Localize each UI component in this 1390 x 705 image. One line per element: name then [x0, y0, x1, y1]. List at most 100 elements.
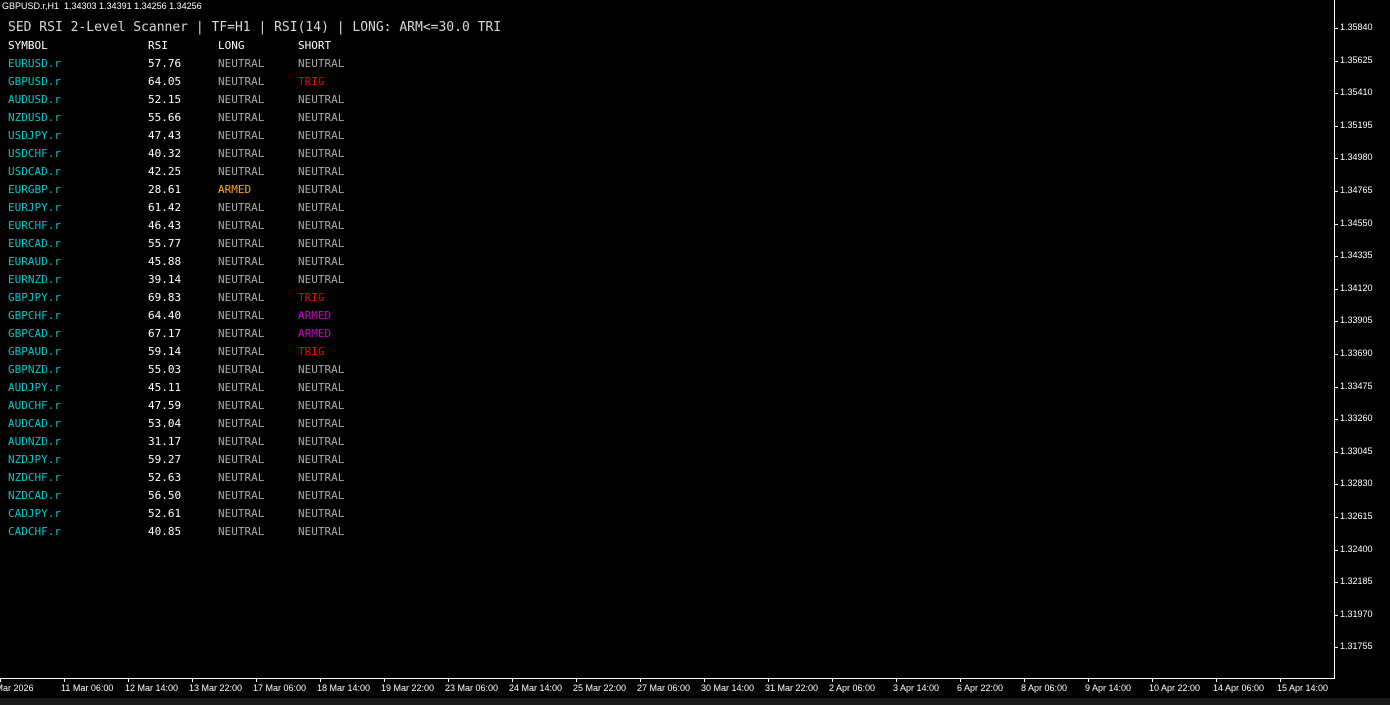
long-status-cell: NEUTRAL: [218, 507, 265, 520]
time-label: 3 Apr 14:00: [893, 683, 940, 693]
time-label: 10 Mar 2026: [0, 683, 34, 693]
price-tick: [1334, 386, 1338, 388]
time-tick: [1280, 678, 1281, 682]
time-tick: [896, 678, 897, 682]
price-tick: [1334, 256, 1338, 258]
rsi-cell: 52.63: [148, 471, 182, 484]
time-tick: [448, 678, 449, 682]
short-status-cell: NEUTRAL: [298, 507, 345, 520]
time-label: 9 Apr 14:00: [1085, 683, 1132, 693]
symbol-cell: USDJPY.r: [8, 129, 61, 142]
rsi-cell: 53.04: [148, 417, 182, 430]
time-label: 13 Mar 22:00: [189, 683, 243, 693]
price-tick: [1334, 451, 1338, 453]
long-status-cell: NEUTRAL: [218, 471, 265, 484]
long-status-cell: NEUTRAL: [218, 147, 265, 160]
price-label: 1.31755: [1340, 641, 1373, 652]
long-status-cell: NEUTRAL: [218, 363, 265, 376]
rsi-cell: 39.14: [148, 273, 182, 286]
chart-info-label: GBPUSD.r,H1 1.34303 1.34391 1.34256 1.34…: [2, 1, 202, 11]
rsi-cell: 57.76: [148, 57, 182, 70]
long-status-cell: NEUTRAL: [218, 525, 265, 538]
symbol-cell: USDCHF.r: [8, 147, 61, 160]
window-bottom-strip: [0, 698, 1390, 705]
price-tick: [1334, 158, 1338, 160]
time-tick: [512, 678, 513, 682]
symbol-cell: NZDJPY.r: [8, 453, 61, 466]
header-symbol: SYMBOL: [8, 39, 48, 52]
short-status-cell: NEUTRAL: [298, 129, 345, 142]
long-status-cell: NEUTRAL: [218, 381, 265, 394]
symbol-cell: GBPUSD.r: [8, 75, 61, 88]
time-axis[interactable]: [0, 678, 1335, 679]
symbol-cell: GBPCHF.r: [8, 309, 61, 322]
symbol-cell: EURCHF.r: [8, 219, 61, 232]
short-status-cell: NEUTRAL: [298, 417, 345, 430]
long-status-cell: NEUTRAL: [218, 93, 265, 106]
rsi-cell: 45.88: [148, 255, 182, 268]
price-label: 1.34765: [1340, 185, 1373, 195]
price-tick: [1334, 288, 1338, 290]
rsi-cell: 67.17: [148, 327, 182, 340]
short-status-cell: NEUTRAL: [298, 57, 345, 70]
time-tick: [640, 678, 641, 682]
short-status-cell: NEUTRAL: [298, 399, 345, 412]
symbol-cell: EURNZD.r: [8, 273, 61, 286]
long-status-cell: NEUTRAL: [218, 273, 265, 286]
short-status-cell: NEUTRAL: [298, 381, 345, 394]
price-label: 1.32185: [1340, 576, 1373, 587]
time-tick: [0, 678, 1, 682]
price-label: 1.31970: [1340, 608, 1373, 619]
time-label: 24 Mar 14:00: [509, 683, 563, 693]
time-label: 27 Mar 06:00: [637, 683, 691, 693]
price-tick: [1334, 60, 1338, 62]
time-tick: [192, 678, 193, 682]
header-long: LONG: [218, 39, 245, 52]
price-tick: [1334, 582, 1338, 584]
scanner-title: SED RSI 2-Level Scanner | TF=H1 | RSI(14…: [8, 20, 502, 35]
chart-window[interactable]: GBPUSD.r,H1 1.34303 1.34391 1.34256 1.34…: [0, 0, 1390, 705]
symbol-cell: GBPJPY.r: [8, 291, 61, 304]
price-label: 1.32830: [1340, 478, 1373, 489]
symbol-cell: EURAUD.r: [8, 255, 61, 268]
short-status-cell: NEUTRAL: [298, 453, 345, 466]
time-tick: [832, 678, 833, 682]
symbol-cell: NZDUSD.r: [8, 111, 61, 124]
symbol-cell: AUDCAD.r: [8, 417, 61, 430]
time-label: 6 Apr 22:00: [957, 683, 1004, 693]
rsi-cell: 31.17: [148, 435, 182, 448]
short-status-cell: NEUTRAL: [298, 147, 345, 160]
price-label: 1.34550: [1340, 217, 1373, 228]
rsi-cell: 55.77: [148, 237, 182, 250]
time-label: 23 Mar 06:00: [445, 683, 499, 693]
price-label: 1.33690: [1340, 348, 1373, 358]
long-status-cell: ARMED: [218, 183, 252, 196]
price-tick: [1334, 549, 1338, 551]
time-tick: [128, 678, 129, 682]
rsi-cell: 59.14: [148, 345, 182, 358]
time-label: 14 Apr 06:00: [1213, 683, 1265, 693]
price-label: 1.32400: [1340, 543, 1373, 554]
time-label: 15 Apr 14:00: [1277, 683, 1329, 693]
price-axis[interactable]: [1334, 0, 1335, 678]
symbol-cell: AUDJPY.r: [8, 381, 61, 394]
rsi-cell: 47.59: [148, 399, 182, 412]
time-tick: [1088, 678, 1089, 682]
price-tick: [1334, 28, 1338, 29]
time-label: 18 Mar 14:00: [317, 683, 371, 693]
short-status-cell: NEUTRAL: [298, 201, 345, 214]
rsi-cell: 69.83: [148, 291, 182, 304]
short-status-cell: NEUTRAL: [298, 219, 345, 232]
symbol-cell: NZDCHF.r: [8, 471, 61, 484]
price-label: 1.34980: [1340, 152, 1373, 163]
long-status-cell: NEUTRAL: [218, 255, 265, 268]
symbol-cell: USDCAD.r: [8, 165, 61, 178]
rsi-cell: 64.40: [148, 309, 182, 322]
price-tick: [1334, 321, 1338, 323]
price-tick: [1334, 419, 1338, 421]
time-tick: [64, 678, 65, 682]
header-short: SHORT: [298, 39, 332, 52]
time-tick: [1152, 678, 1153, 682]
rsi-cell: 61.42: [148, 201, 182, 214]
symbol-cell: AUDUSD.r: [8, 93, 61, 106]
